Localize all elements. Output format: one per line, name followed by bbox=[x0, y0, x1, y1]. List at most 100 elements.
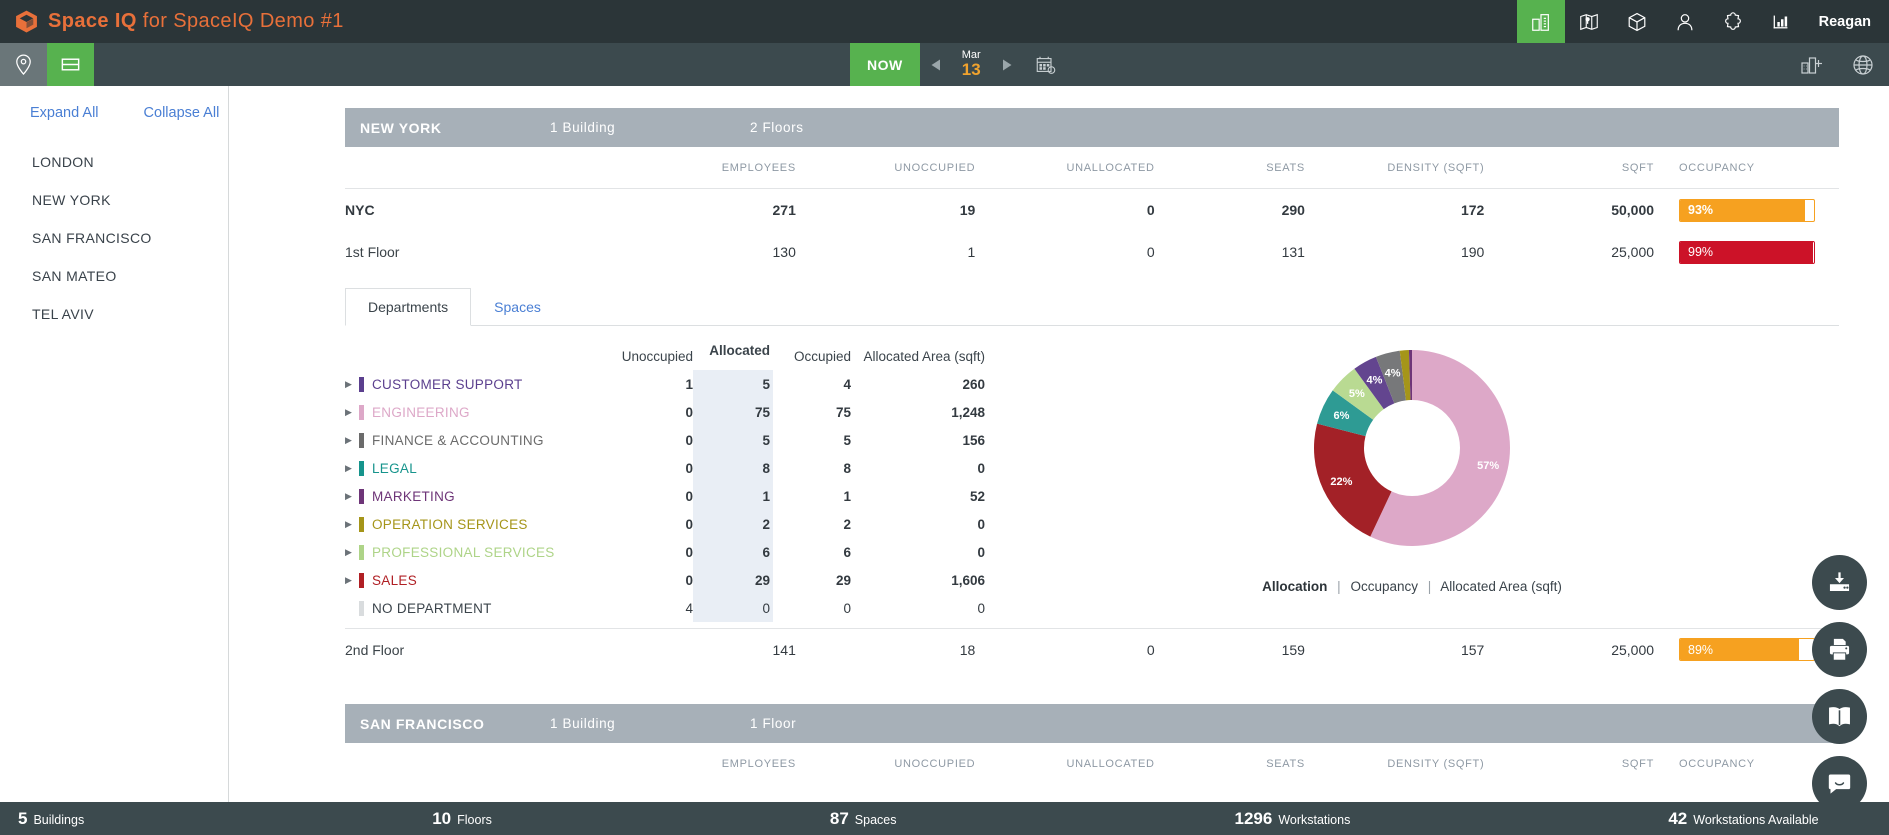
floor-row-2nd[interactable]: 2nd Floor 141 18 0 159 157 25,000 89% bbox=[345, 628, 1839, 670]
dept-color-swatch bbox=[359, 488, 364, 504]
section-buildings-count: 1 Building bbox=[550, 120, 616, 135]
expand-caret-icon[interactable]: ▶ bbox=[345, 519, 359, 530]
table-row[interactable]: ▶ OPERATION SERVICES 0 2 2 0 bbox=[345, 510, 985, 538]
status-value: 5 bbox=[18, 808, 28, 828]
sidebar-item-san-francisco[interactable]: SAN FRANCISCO bbox=[0, 219, 228, 257]
date-prev-button[interactable] bbox=[920, 43, 952, 86]
legend-occupancy[interactable]: Occupancy bbox=[1350, 579, 1418, 594]
building-row-nyc[interactable]: NYC 271 19 0 290 172 50,000 93% bbox=[345, 189, 1839, 231]
expand-caret-icon[interactable]: ▶ bbox=[345, 463, 359, 474]
locations-sidebar: Expand All Collapse All LONDON NEW YORK … bbox=[0, 86, 229, 802]
expand-caret-icon[interactable]: ▶ bbox=[345, 547, 359, 558]
brand[interactable]: Space IQ for SpaceIQ Demo #1 bbox=[0, 9, 344, 34]
dt-col-area: Allocated Area (sqft) bbox=[863, 349, 985, 364]
dept-color-swatch bbox=[359, 600, 364, 616]
col-occupancy: OCCUPANCY bbox=[1679, 161, 1755, 174]
book-icon bbox=[1829, 707, 1850, 727]
table-row[interactable]: ▶ PROFESSIONAL SERVICES 0 6 6 0 bbox=[345, 538, 985, 566]
occupancy-bar: 93% bbox=[1679, 198, 1816, 222]
dept-occupied: 4 bbox=[843, 376, 851, 392]
legend-allocated-area[interactable]: Allocated Area (sqft) bbox=[1440, 579, 1562, 594]
table-row[interactable]: ▶ ENGINEERING 0 75 75 1,248 bbox=[345, 398, 985, 426]
toolbar-right-actions bbox=[1785, 43, 1889, 86]
chevron-right-icon bbox=[1002, 59, 1012, 70]
add-building-icon bbox=[1801, 56, 1822, 74]
nav-buildings[interactable] bbox=[1516, 0, 1565, 43]
table-row[interactable]: ▶ LEGAL 0 8 8 0 bbox=[345, 454, 985, 482]
dept-allocated: 75 bbox=[693, 398, 773, 426]
dept-unoccupied: 0 bbox=[685, 572, 693, 588]
nav-assets[interactable] bbox=[1613, 0, 1661, 43]
expand-caret-icon[interactable]: ▶ bbox=[345, 575, 359, 586]
collapse-all-link[interactable]: Collapse All bbox=[144, 105, 220, 121]
print-button[interactable] bbox=[1812, 622, 1867, 677]
row-name: 2nd Floor bbox=[345, 641, 405, 658]
expand-all-link[interactable]: Expand All bbox=[30, 105, 99, 121]
table-row[interactable]: ▶ FINANCE & ACCOUNTING 0 5 5 156 bbox=[345, 426, 985, 454]
legend-book-button[interactable] bbox=[1812, 689, 1867, 744]
calendar-button[interactable] bbox=[1023, 43, 1069, 86]
occupancy-bar: 89% bbox=[1679, 638, 1816, 661]
nav-reports[interactable] bbox=[1757, 0, 1805, 43]
section-header-san-francisco[interactable]: SAN FRANCISCO 1 Building 1 Floor bbox=[345, 704, 1839, 743]
date-next-button[interactable] bbox=[991, 43, 1023, 86]
stack-view-icon bbox=[61, 58, 80, 71]
chart-icon bbox=[1773, 15, 1788, 28]
current-date[interactable]: Mar 13 bbox=[952, 49, 991, 79]
expand-caret-icon[interactable]: ▶ bbox=[345, 407, 359, 418]
dept-name-cell: ▶ FINANCE & ACCOUNTING bbox=[345, 432, 597, 448]
dept-area: 0 bbox=[977, 516, 985, 532]
expand-caret-icon[interactable]: ▶ bbox=[345, 435, 359, 446]
tab-departments[interactable]: Departments bbox=[345, 288, 472, 326]
status-buildings: 5 Buildings bbox=[18, 809, 84, 829]
dt-col-occupied: Occupied bbox=[793, 349, 851, 364]
row-seats: 159 bbox=[1281, 641, 1305, 658]
dt-col-unoccupied: Unoccupied bbox=[621, 349, 693, 364]
sidebar-item-london[interactable]: LONDON bbox=[0, 143, 228, 181]
tab-spaces[interactable]: Spaces bbox=[471, 288, 564, 326]
puzzle-icon bbox=[1724, 11, 1741, 30]
dept-occupied: 8 bbox=[843, 460, 851, 476]
column-headers-new-york: EMPLOYEES UNOCCUPIED UNALLOCATED SEATS D… bbox=[345, 147, 1839, 189]
globe-button[interactable] bbox=[1837, 43, 1889, 86]
expand-caret-icon[interactable]: ▶ bbox=[345, 491, 359, 502]
table-row[interactable]: NO DEPARTMENT 4 0 0 0 bbox=[345, 594, 985, 622]
donut-slice-label: 4% bbox=[1366, 375, 1382, 387]
nav-integrations[interactable] bbox=[1709, 0, 1757, 43]
col-sqft: SQFT bbox=[1621, 758, 1655, 770]
now-button[interactable]: NOW bbox=[850, 43, 920, 86]
row-sqft: 50,000 bbox=[1611, 202, 1655, 218]
floor-row-1st[interactable]: 1st Floor 130 1 0 131 190 25,000 99% bbox=[345, 231, 1839, 273]
nav-map[interactable] bbox=[1565, 0, 1613, 43]
print-icon bbox=[1829, 638, 1850, 661]
dept-allocated: 1 bbox=[693, 482, 773, 510]
buildings-icon bbox=[1531, 13, 1549, 31]
departments-panel: Unoccupied Allocated Occupied Allocated … bbox=[345, 326, 1839, 622]
table-row[interactable]: ▶ CUSTOMER SUPPORT 1 5 4 260 bbox=[345, 370, 985, 398]
row-occupancy-cell: 93% bbox=[1654, 198, 1839, 222]
sidebar-item-tel-aviv[interactable]: TEL AVIV bbox=[0, 295, 228, 333]
toolbar-pin-tool[interactable] bbox=[0, 43, 47, 86]
sidebar-item-san-mateo[interactable]: SAN MATEO bbox=[0, 257, 228, 295]
download-button[interactable] bbox=[1812, 555, 1867, 610]
nav-people[interactable] bbox=[1661, 0, 1709, 43]
top-navigation: Reagan bbox=[1516, 0, 1889, 43]
dept-area: 0 bbox=[977, 600, 985, 616]
toolbar-stack-tool[interactable] bbox=[47, 43, 94, 86]
expand-caret-icon[interactable]: ▶ bbox=[345, 379, 359, 390]
legend-allocation[interactable]: Allocation bbox=[1262, 579, 1327, 594]
column-headers-san-francisco: EMPLOYEES UNOCCUPIED UNALLOCATED SEATS D… bbox=[345, 743, 1839, 785]
brand-title: Space IQ for SpaceIQ Demo #1 bbox=[48, 10, 344, 33]
col-seats: SEATS bbox=[1266, 758, 1305, 770]
table-row[interactable]: ▶ SALES 0 29 29 1,606 bbox=[345, 566, 985, 594]
user-menu[interactable]: Reagan bbox=[1805, 14, 1889, 30]
col-unallocated: UNALLOCATED bbox=[1066, 758, 1155, 770]
table-row[interactable]: ▶ MARKETING 0 1 1 52 bbox=[345, 482, 985, 510]
dept-label: LEGAL bbox=[372, 460, 418, 476]
section-header-new-york[interactable]: NEW YORK 1 Building 2 Floors bbox=[345, 108, 1839, 147]
donut-slice-label: 57% bbox=[1477, 460, 1499, 472]
col-unoccupied: UNOCCUPIED bbox=[894, 758, 976, 770]
status-spaces: 87 Spaces bbox=[830, 809, 897, 829]
add-building-button[interactable] bbox=[1785, 43, 1837, 86]
sidebar-item-new-york[interactable]: NEW YORK bbox=[0, 181, 228, 219]
